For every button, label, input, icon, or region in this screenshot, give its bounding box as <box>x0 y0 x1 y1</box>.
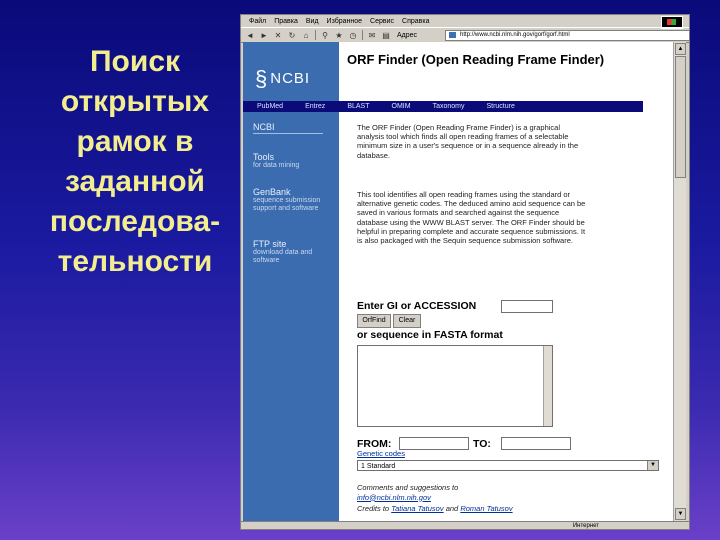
footer-comments-text: Comments and suggestions to <box>357 483 459 492</box>
menu-edit[interactable]: Правка <box>274 18 298 25</box>
search-icon[interactable]: ⚲ <box>320 31 330 40</box>
logo-text: NCBI <box>270 70 311 87</box>
sidebar-divider <box>253 133 323 134</box>
scroll-up-icon[interactable]: ▲ <box>675 43 686 55</box>
gi-label: Enter GI or ACCESSION <box>357 300 477 312</box>
sidebar: § NCBI NCBI Tools for data mining GenBank… <box>243 42 339 521</box>
genetic-code-select[interactable]: 1 Standard ▼ <box>357 460 659 471</box>
sidebar-item-sub: for data mining <box>253 162 300 169</box>
menu-help[interactable]: Справка <box>402 18 429 25</box>
browser-window: Файл Правка Вид Избранное Сервис Справка… <box>240 14 690 530</box>
print-icon[interactable]: ▤ <box>381 31 391 40</box>
menu-favorites[interactable]: Избранное <box>327 18 362 25</box>
to-input[interactable] <box>501 437 571 450</box>
page-scrollbar[interactable]: ▲ ▼ <box>673 42 686 521</box>
menu-bar: Файл Правка Вид Избранное Сервис Справка <box>241 15 689 27</box>
back-icon[interactable]: ◄ <box>245 31 255 40</box>
sidebar-item-label: Tools <box>253 152 275 162</box>
nav-structure[interactable]: Structure <box>486 103 514 110</box>
favorites-icon[interactable]: ★ <box>334 31 344 40</box>
browser-toolbar: ◄ ► ✕ ↻ ⌂ ⚲ ★ ◷ ✉ ▤ Адрес http://www.ncb… <box>241 27 689 43</box>
footer-credits: Credits to Tatiana Tatusov and Roman Tat… <box>357 504 607 514</box>
sidebar-item-sub: download data and software <box>253 249 313 264</box>
status-bar: Интернет <box>241 521 689 529</box>
dna-helix-icon: § <box>255 66 269 91</box>
scroll-thumb[interactable] <box>675 56 686 178</box>
genetic-codes-link[interactable]: Genetic codes <box>357 449 405 458</box>
nav-pubmed[interactable]: PubMed <box>257 103 283 110</box>
credits-prefix: Credits to <box>357 504 390 513</box>
status-zone: Интернет <box>572 523 599 529</box>
gi-input[interactable] <box>501 300 553 313</box>
address-field[interactable]: http://www.ncbi.nlm.nih.gov/gorf/gorf.ht… <box>445 30 689 41</box>
sidebar-item-label: GenBank <box>253 187 291 197</box>
mail-icon[interactable]: ✉ <box>367 31 377 40</box>
chevron-down-icon[interactable]: ▼ <box>647 461 658 470</box>
page-title: ORF Finder (Open Reading Frame Finder) <box>347 52 605 67</box>
footer-comments: Comments and suggestions to info@ncbi.nl… <box>357 483 607 502</box>
orffind-button[interactable]: OrfFind <box>357 314 391 328</box>
sidebar-item-tools[interactable]: Tools for data mining <box>253 152 333 170</box>
fasta-textarea[interactable] <box>357 345 553 427</box>
refresh-icon[interactable]: ↻ <box>287 31 297 40</box>
scroll-down-icon[interactable]: ▼ <box>675 508 686 520</box>
description-details: This tool identifies all open reading fr… <box>357 190 586 246</box>
nav-taxonomy[interactable]: Taxonomy <box>433 103 465 110</box>
home-icon[interactable]: ⌂ <box>301 31 311 40</box>
credits-and: and <box>445 504 459 513</box>
footer-email-link[interactable]: info@ncbi.nlm.nih.gov <box>357 493 431 502</box>
toolbar-divider <box>315 30 316 40</box>
top-nav: PubMed Entrez BLAST OMIM Taxonomy Struct… <box>243 101 643 112</box>
credit-link-1[interactable]: Tatiana Tatusov <box>391 504 443 513</box>
from-input[interactable] <box>399 437 469 450</box>
clear-button[interactable]: Clear <box>393 314 421 328</box>
slide-title: Поиск открытых рамок в заданной последов… <box>49 45 221 278</box>
textarea-scrollbar[interactable] <box>543 346 552 426</box>
nav-omim[interactable]: OMIM <box>392 103 411 110</box>
nav-entrez[interactable]: Entrez <box>305 103 325 110</box>
menu-file[interactable]: Файл <box>249 18 266 25</box>
history-icon[interactable]: ◷ <box>348 31 358 40</box>
sidebar-item-ftp[interactable]: FTP site download data and software <box>253 239 333 265</box>
web-page: § NCBI NCBI Tools for data mining GenBank… <box>243 42 673 521</box>
menu-tools[interactable]: Сервис <box>370 18 394 25</box>
sidebar-header: NCBI <box>253 122 275 132</box>
nav-blast[interactable]: BLAST <box>347 103 369 110</box>
fasta-label: or sequence in FASTA format <box>357 329 503 341</box>
sidebar-item-label: FTP site <box>253 239 287 249</box>
sidebar-item-sub: sequence submission support and software <box>253 197 321 212</box>
menu-view[interactable]: Вид <box>306 18 319 25</box>
to-label: TO: <box>473 438 491 450</box>
stop-icon[interactable]: ✕ <box>273 31 283 40</box>
description-intro: The ORF Finder (Open Reading Frame Finde… <box>357 123 579 160</box>
forward-icon[interactable]: ► <box>259 31 269 40</box>
genetic-code-value: 1 Standard <box>361 463 396 470</box>
address-label: Адрес <box>397 31 418 39</box>
ncbi-logo[interactable]: § NCBI <box>255 66 310 92</box>
credit-link-2[interactable]: Roman Tatusov <box>460 504 512 513</box>
toolbar-divider <box>362 30 363 40</box>
sidebar-item-genbank[interactable]: GenBank sequence submission support and … <box>253 187 333 213</box>
